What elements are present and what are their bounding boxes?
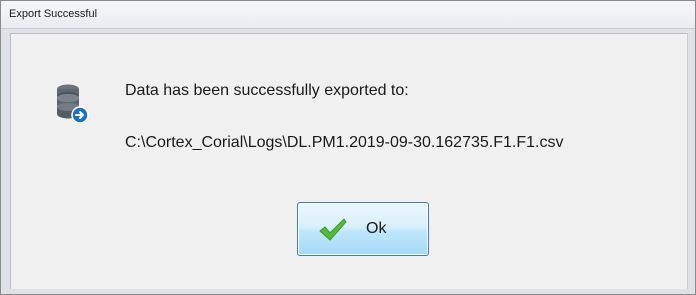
ok-button[interactable]: Ok: [297, 202, 429, 256]
success-message: Data has been successfully exported to:: [125, 82, 409, 99]
export-file-path: C:\Cortex_Corial\Logs\DL.PM1.2019-09-30.…: [125, 134, 564, 151]
export-successful-dialog: Export Successful Data has been successf…: [0, 0, 696, 295]
title-bar[interactable]: Export Successful: [1, 1, 695, 29]
checkmark-icon: [319, 218, 347, 241]
ok-button-label: Ok: [366, 220, 387, 237]
database-export-icon: [57, 84, 89, 124]
dialog-content: Data has been successfully exported to: …: [10, 33, 688, 289]
window-title: Export Successful: [9, 8, 98, 20]
